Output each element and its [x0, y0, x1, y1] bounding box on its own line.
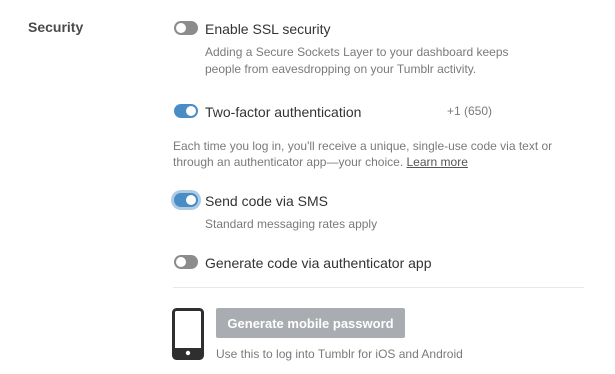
toggle-knob [186, 195, 196, 205]
mobile-phone-icon [172, 308, 204, 360]
two-factor-description-line2: through an authenticator app—your choice… [173, 154, 468, 171]
two-factor-description-text: through an authenticator app—your choice… [173, 155, 404, 169]
toggle-knob [186, 106, 196, 116]
two-factor-label: Two-factor authentication [205, 104, 362, 120]
toggle-knob [176, 257, 186, 267]
sms-label: Send code via SMS [205, 193, 328, 209]
toggle-knob [176, 23, 186, 33]
learn-more-link[interactable]: Learn more [407, 155, 468, 169]
two-factor-toggle[interactable] [174, 104, 198, 118]
sms-description: Standard messaging rates apply [205, 217, 378, 231]
divider [173, 287, 584, 288]
ssl-description-line2: people from eavesdropping on your Tumblr… [205, 62, 477, 76]
ssl-label: Enable SSL security [205, 21, 331, 37]
authenticator-toggle[interactable] [174, 255, 198, 269]
generate-mobile-password-button[interactable]: Generate mobile password [216, 308, 405, 338]
authenticator-label: Generate code via authenticator app [205, 255, 432, 271]
section-title: Security [28, 19, 84, 35]
phone-number: +1 (650) [447, 104, 493, 118]
sms-toggle[interactable] [174, 193, 198, 207]
ssl-description-line1: Adding a Secure Sockets Layer to your da… [205, 45, 509, 59]
ssl-toggle[interactable] [174, 21, 198, 35]
mobile-password-description: Use this to log into Tumblr for iOS and … [216, 347, 463, 361]
security-settings-panel: Security Enable SSL security Adding a Se… [0, 0, 615, 374]
two-factor-description-line1: Each time you log in, you'll receive a u… [173, 139, 553, 153]
